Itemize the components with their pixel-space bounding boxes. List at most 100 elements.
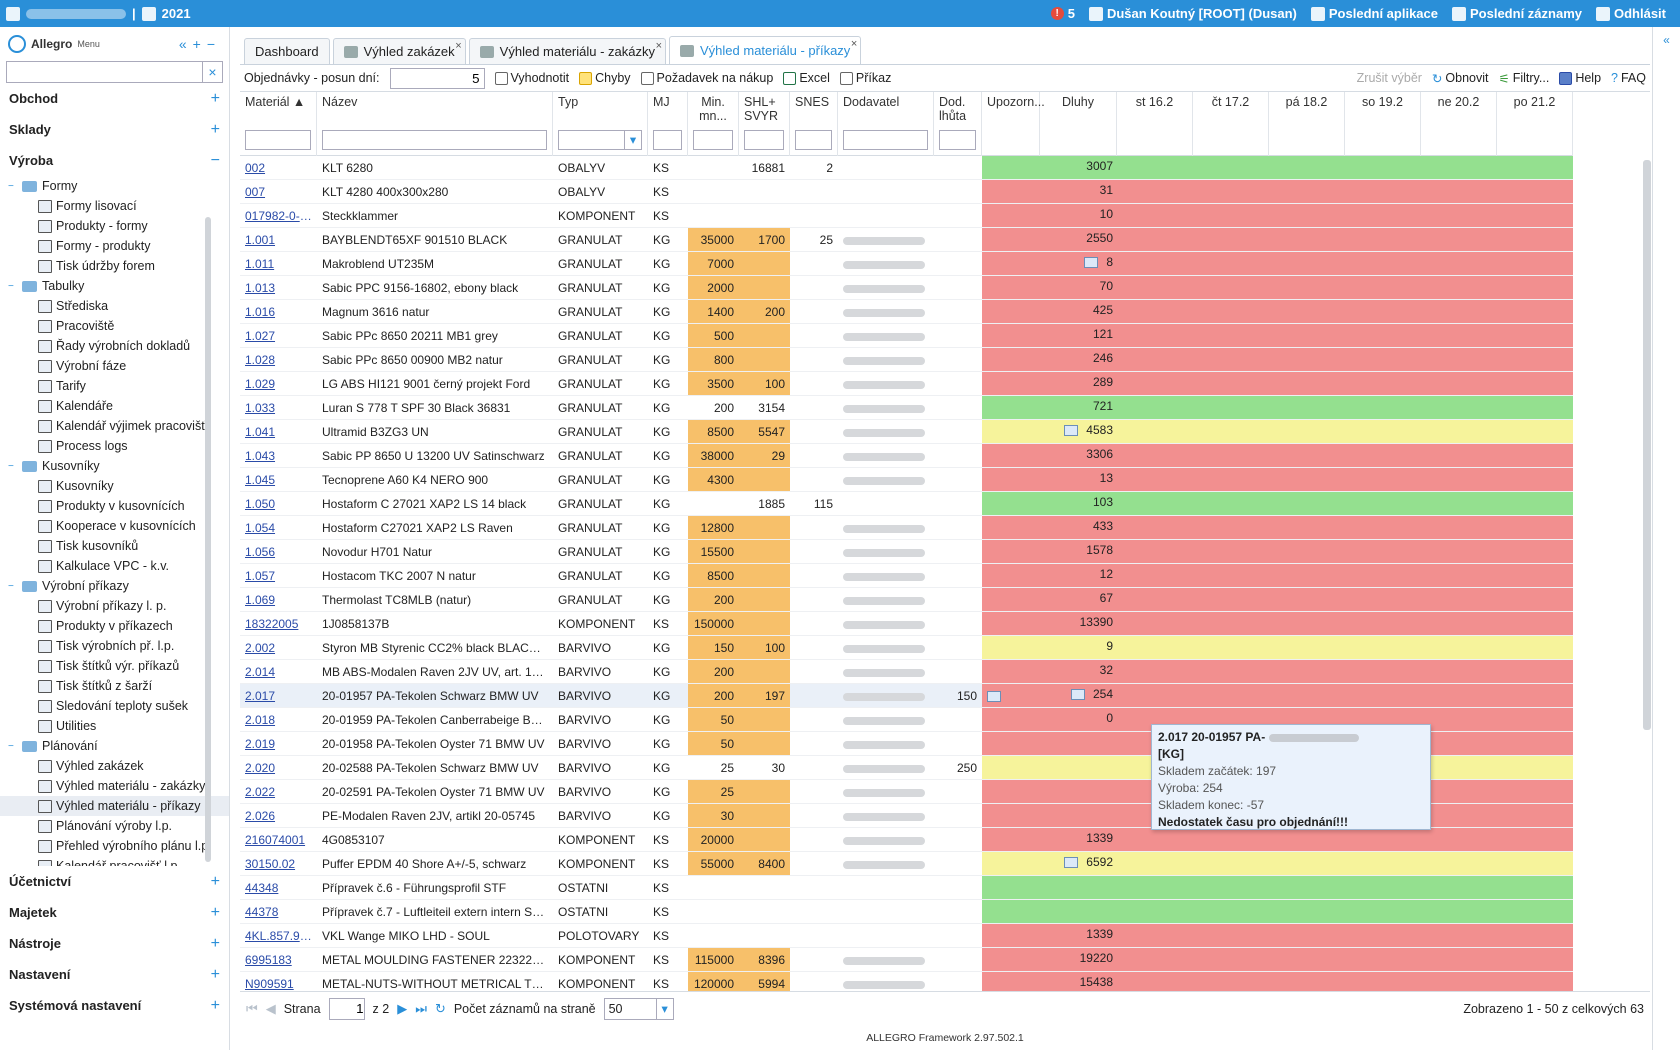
table-row[interactable]: 007 KLT 4280 400x300x280 OBALYV KS 31 bbox=[240, 180, 1573, 204]
home-icon[interactable] bbox=[6, 6, 20, 21]
tree-item[interactable]: Kalendář pracovišť l.p. bbox=[0, 856, 229, 866]
last-records-menu[interactable]: Poslední záznamy bbox=[1452, 6, 1582, 21]
col-shl[interactable]: SHL+ SVYR bbox=[739, 92, 790, 156]
material-link[interactable]: 216074001 bbox=[240, 828, 317, 851]
prev-page-icon[interactable]: ◀ bbox=[266, 1001, 276, 1017]
material-link[interactable]: 2.018 bbox=[240, 708, 317, 731]
per-page-select[interactable]: 50 bbox=[603, 997, 674, 1020]
tab[interactable]: Dashboard bbox=[244, 38, 330, 64]
col-day[interactable]: čt 17.2 bbox=[1193, 92, 1269, 156]
material-link[interactable]: 1.011 bbox=[240, 252, 317, 275]
column-filter[interactable] bbox=[843, 130, 928, 150]
material-link[interactable]: 1.033 bbox=[240, 396, 317, 419]
close-icon[interactable]: × bbox=[455, 40, 461, 52]
section-systémová nastavení[interactable]: Systémová nastavení + bbox=[0, 990, 229, 1021]
close-icon[interactable]: × bbox=[851, 38, 857, 50]
table-row[interactable]: 2.002 Styron MB Styrenic CC2% black BLACK… bbox=[240, 636, 1573, 660]
grid-scrollbar[interactable] bbox=[1643, 160, 1651, 730]
table-row[interactable]: 1.041 Ultramid B3ZG3 UN GRANULAT KG 8500 5547… bbox=[240, 420, 1573, 444]
material-link[interactable]: 1.027 bbox=[240, 324, 317, 347]
page-input[interactable] bbox=[328, 997, 365, 1020]
table-row[interactable]: 1.027 Sabic PPc 8650 20211 MB1 grey GRANUL… bbox=[240, 324, 1573, 348]
material-link[interactable]: 30150.02 bbox=[240, 852, 317, 875]
material-link[interactable]: 002 bbox=[240, 156, 317, 179]
collapse-toggle-icon[interactable]: − bbox=[8, 281, 22, 292]
truck-icon[interactable] bbox=[1070, 689, 1085, 701]
col-mj[interactable]: MJ bbox=[648, 92, 688, 156]
tree-folder[interactable]: − Kusovníky bbox=[0, 456, 229, 476]
table-row[interactable]: 1.050 Hostaform C 27021 XAP2 LS 14 black G… bbox=[240, 492, 1573, 516]
table-row[interactable]: 1.054 Hostaform C27021 XAP2 LS Raven GRANU… bbox=[240, 516, 1573, 540]
tab[interactable]: Výhled materiálu - zakázky × bbox=[468, 38, 667, 64]
tree-folder[interactable]: − Tabulky bbox=[0, 276, 229, 296]
expand-plus-icon[interactable]: + bbox=[211, 935, 220, 953]
tree-item[interactable]: Kooperace v kusovnících bbox=[0, 516, 229, 536]
tree-item[interactable]: Střediska bbox=[0, 296, 229, 316]
tree-item[interactable]: Utilities bbox=[0, 716, 229, 736]
column-filter[interactable] bbox=[322, 130, 547, 150]
material-link[interactable]: 1.013 bbox=[240, 276, 317, 299]
col-day[interactable]: so 19.2 bbox=[1345, 92, 1421, 156]
filters-button[interactable]: ⚟ Filtry... bbox=[1499, 71, 1550, 86]
material-link[interactable]: 2.020 bbox=[240, 756, 317, 779]
table-row[interactable]: 2.014 MB ABS-Modalen Raven 2JV UV, art. 1… bbox=[240, 660, 1573, 684]
table-row[interactable]: 216074001 4G0853107 KOMPONENT KS 20000 1339 bbox=[240, 828, 1573, 852]
tree-item[interactable]: Výhled materiálu - zakázky bbox=[0, 776, 229, 796]
material-link[interactable]: 4KL.857.927 ... bbox=[240, 924, 317, 947]
command-button[interactable]: Příkaz bbox=[839, 71, 891, 85]
material-link[interactable]: 1.041 bbox=[240, 420, 317, 443]
right-collapse-bar[interactable]: « bbox=[1652, 27, 1680, 1050]
collapse-toggle-icon[interactable]: − bbox=[8, 581, 22, 592]
expand-plus-icon[interactable]: + bbox=[211, 121, 220, 139]
envelope-icon[interactable] bbox=[1064, 857, 1079, 869]
company-name[interactable] bbox=[26, 8, 126, 19]
first-page-icon[interactable]: ⏮ bbox=[246, 1001, 258, 1017]
tree-folder[interactable]: − Výrobní příkazy bbox=[0, 576, 229, 596]
table-row[interactable]: 1.057 Hostacom TKC 2007 N natur GRANULAT KG… bbox=[240, 564, 1573, 588]
table-row[interactable]: 1.028 Sabic PPc 8650 00900 MB2 natur GRANU… bbox=[240, 348, 1573, 372]
column-filter[interactable] bbox=[245, 130, 311, 150]
material-link[interactable]: 1.054 bbox=[240, 516, 317, 539]
alerts[interactable]: ! 5 bbox=[1050, 6, 1075, 21]
tree-item[interactable]: Formy - produkty bbox=[0, 236, 229, 256]
section-výroba[interactable]: Výroba − bbox=[0, 145, 229, 176]
material-link[interactable]: N909591 bbox=[240, 972, 317, 991]
tree-item[interactable]: Přehled výrobního plánu l.p. bbox=[0, 836, 229, 856]
col-snes[interactable]: SNES bbox=[790, 92, 838, 156]
tree-item[interactable]: Výrobní příkazy l. p. bbox=[0, 596, 229, 616]
material-link[interactable]: 1.001 bbox=[240, 228, 317, 251]
col-day[interactable]: st 16.2 bbox=[1117, 92, 1193, 156]
shift-days-input[interactable] bbox=[389, 67, 485, 89]
tree-item[interactable]: Pracoviště bbox=[0, 316, 229, 336]
expand-icon[interactable]: « bbox=[1663, 33, 1670, 47]
tree-item[interactable]: Produkty - formy bbox=[0, 216, 229, 236]
tree-item[interactable]: Tisk štítků z šarží bbox=[0, 676, 229, 696]
material-link[interactable]: 6995183 bbox=[240, 948, 317, 971]
section-nástroje[interactable]: Nástroje + bbox=[0, 928, 229, 959]
evaluate-button[interactable]: Vyhodnotit bbox=[494, 71, 569, 85]
sidebar-controls[interactable]: «+− bbox=[179, 36, 221, 52]
material-link[interactable]: 2.017 bbox=[240, 684, 317, 707]
help-button[interactable]: Help bbox=[1559, 71, 1601, 85]
expand-plus-icon[interactable]: + bbox=[211, 966, 220, 984]
expand-plus-icon[interactable]: + bbox=[211, 873, 220, 891]
last-apps-menu[interactable]: Poslední aplikace bbox=[1310, 6, 1438, 21]
calendar-warning-icon[interactable] bbox=[987, 691, 1001, 703]
tree-folder[interactable]: − Formy bbox=[0, 176, 229, 196]
column-filter[interactable] bbox=[744, 130, 784, 150]
tree-item[interactable]: Řady výrobních dokladů bbox=[0, 336, 229, 356]
material-link[interactable]: 2.019 bbox=[240, 732, 317, 755]
table-row[interactable]: 1.029 LG ABS HI121 9001 černý projekt For… bbox=[240, 372, 1573, 396]
tree-item[interactable]: Produkty v příkazech bbox=[0, 616, 229, 636]
tree-item[interactable]: Sledování teploty sušek bbox=[0, 696, 229, 716]
collapse-toggle-icon[interactable]: − bbox=[8, 741, 22, 752]
col-day[interactable]: ne 20.2 bbox=[1421, 92, 1497, 156]
tree-item[interactable]: Výrobní fáze bbox=[0, 356, 229, 376]
excel-button[interactable]: Excel bbox=[783, 71, 830, 85]
tree-item[interactable]: Tisk štítků výr. příkazů bbox=[0, 656, 229, 676]
table-row[interactable]: 6995183 METAL MOULDING FASTENER 223225003… bbox=[240, 948, 1573, 972]
material-link[interactable]: 1.057 bbox=[240, 564, 317, 587]
logout-button[interactable]: Odhlásit bbox=[1595, 6, 1666, 21]
sidebar-scrollbar[interactable] bbox=[205, 217, 211, 862]
material-link[interactable]: 2.014 bbox=[240, 660, 317, 683]
